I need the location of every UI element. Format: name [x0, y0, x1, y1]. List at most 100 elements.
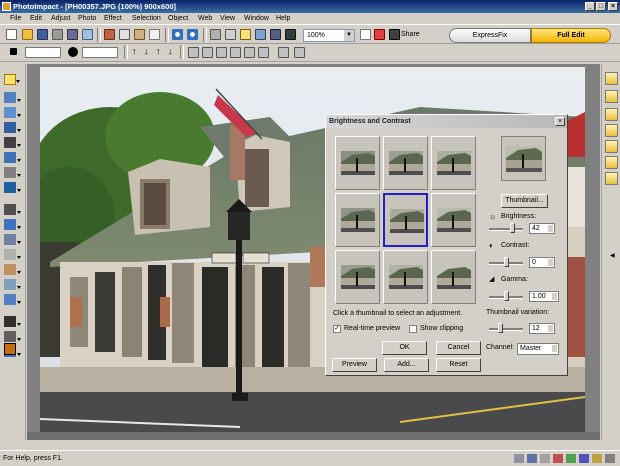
redo-icon[interactable]	[187, 29, 198, 40]
resize-icon[interactable]	[225, 29, 236, 40]
realtime-preview-checkbox[interactable]: ✓	[333, 325, 341, 333]
selection-tool-icon[interactable]	[4, 92, 21, 103]
move-down-arrow-icon[interactable]: ↓	[144, 46, 149, 56]
variation-slider-thumb[interactable]	[498, 323, 503, 333]
path-tool-icon[interactable]	[4, 152, 21, 163]
transform-tool-icon[interactable]	[4, 182, 21, 193]
align-bottom-icon[interactable]	[258, 47, 269, 58]
quick-command-icon[interactable]	[605, 108, 618, 121]
stop-icon[interactable]	[374, 29, 385, 40]
contrast-slider-thumb[interactable]	[504, 257, 509, 267]
thumbnail-5-selected[interactable]	[383, 193, 428, 247]
align-top-icon[interactable]	[230, 47, 241, 58]
align-center-icon[interactable]	[202, 47, 213, 58]
zoom-in-icon[interactable]	[255, 29, 266, 40]
smudge-tool-icon[interactable]	[4, 234, 21, 245]
layer-manager-icon[interactable]	[605, 72, 618, 85]
panel-expand-arrow-icon[interactable]: ◀	[610, 252, 615, 259]
cut-icon[interactable]	[104, 29, 115, 40]
group-icon[interactable]	[294, 47, 305, 58]
thumbnail-4[interactable]	[335, 193, 380, 247]
scan-icon[interactable]	[52, 29, 63, 40]
cancel-button[interactable]: Cancel	[436, 341, 481, 355]
menu-file[interactable]: File	[10, 13, 21, 24]
thumbnail-button[interactable]: Thumbnail...	[501, 194, 548, 208]
crop-tool-icon[interactable]	[4, 167, 21, 178]
pointer-tool-icon[interactable]	[240, 29, 251, 40]
menu-web[interactable]: Web	[198, 13, 212, 24]
maximize-button[interactable]: □	[596, 2, 606, 11]
menu-selection[interactable]: Selection	[132, 13, 161, 24]
eraser-icon[interactable]	[4, 264, 21, 275]
copy-icon[interactable]	[119, 29, 130, 40]
view-icon[interactable]	[285, 29, 296, 40]
move-up-arrow-icon[interactable]: ↑	[132, 46, 137, 56]
mode-icon[interactable]	[10, 48, 17, 55]
info-panel-icon[interactable]	[605, 156, 618, 169]
page-icon[interactable]	[360, 29, 371, 40]
thumbnail-7[interactable]	[335, 250, 380, 304]
brightness-input[interactable]: 42	[529, 223, 555, 234]
undo-icon[interactable]	[172, 29, 183, 40]
channel-select[interactable]: Master	[517, 343, 559, 355]
brightness-slider[interactable]	[489, 228, 523, 231]
fill-bucket-icon[interactable]	[4, 279, 21, 290]
circle-shape-icon[interactable]	[68, 47, 78, 57]
camera-icon[interactable]	[67, 29, 78, 40]
status-icon-6[interactable]	[579, 454, 589, 463]
menu-object[interactable]: Object	[168, 13, 188, 24]
gamma-input[interactable]: 1.00	[529, 291, 559, 302]
thumbnail-1[interactable]	[335, 136, 380, 190]
menu-adjust[interactable]: Adjust	[51, 13, 70, 24]
shape-selector[interactable]	[25, 47, 61, 58]
print-icon[interactable]	[82, 29, 93, 40]
close-button[interactable]: ×	[608, 2, 618, 11]
move-left-arrow-icon[interactable]: ↑	[156, 46, 161, 56]
zoom-dropdown-arrow[interactable]: ▼	[344, 30, 354, 41]
menu-effect[interactable]: Effect	[104, 13, 122, 24]
open-folder-icon[interactable]	[22, 29, 33, 40]
status-icon-5[interactable]	[566, 454, 576, 463]
title-bar[interactable]: PhotoImpact - [PH00357.JPG (100%) 900x60…	[0, 0, 620, 13]
thumbnail-2[interactable]	[383, 136, 428, 190]
paste-icon[interactable]	[134, 29, 145, 40]
preview-button[interactable]: Preview	[332, 358, 377, 372]
clone-tool-icon[interactable]	[4, 249, 21, 260]
stamp-tool-icon[interactable]	[4, 294, 21, 305]
align-left-icon[interactable]	[188, 47, 199, 58]
crop-icon[interactable]	[210, 29, 221, 40]
add-button[interactable]: Add...	[384, 358, 429, 372]
align-middle-icon[interactable]	[244, 47, 255, 58]
status-icon-2[interactable]	[527, 454, 537, 463]
variation-slider[interactable]	[489, 328, 523, 331]
status-icon-3[interactable]	[540, 454, 550, 463]
paint-brush-icon[interactable]	[4, 219, 21, 230]
show-clipping-checkbox[interactable]	[409, 325, 417, 333]
thumbnail-3[interactable]	[431, 136, 476, 190]
paste-new-icon[interactable]	[149, 29, 160, 40]
dialog-title[interactable]: Brightness and Contrast	[326, 115, 567, 128]
minimize-button[interactable]: _	[585, 2, 595, 11]
menu-edit[interactable]: Edit	[30, 13, 42, 24]
variation-input[interactable]: 12	[529, 323, 555, 334]
menu-window[interactable]: Window	[244, 13, 269, 24]
move-right-arrow-icon[interactable]: ↓	[168, 46, 173, 56]
pick-tool-icon[interactable]	[4, 74, 20, 85]
menu-photo[interactable]: Photo	[78, 13, 96, 24]
status-icon-4[interactable]	[553, 454, 563, 463]
ok-button[interactable]: OK	[382, 341, 427, 355]
horizontal-scrollbar[interactable]	[27, 432, 600, 440]
text-tool-icon[interactable]	[4, 137, 21, 148]
share-button[interactable]: Share	[388, 28, 422, 42]
new-file-icon[interactable]	[6, 29, 17, 40]
hand-tool-icon[interactable]	[4, 331, 21, 342]
gamma-slider-thumb[interactable]	[504, 291, 509, 301]
thumbnail-9[interactable]	[431, 250, 476, 304]
menu-view[interactable]: View	[220, 13, 235, 24]
eye-dropper-icon[interactable]	[4, 204, 21, 215]
status-icon-1[interactable]	[514, 454, 524, 463]
history-panel-icon[interactable]	[605, 124, 618, 137]
zoom-tool-icon[interactable]	[4, 316, 21, 327]
expressfix-tab[interactable]: ExpressFix	[449, 28, 531, 43]
navigator-icon[interactable]	[605, 140, 618, 153]
